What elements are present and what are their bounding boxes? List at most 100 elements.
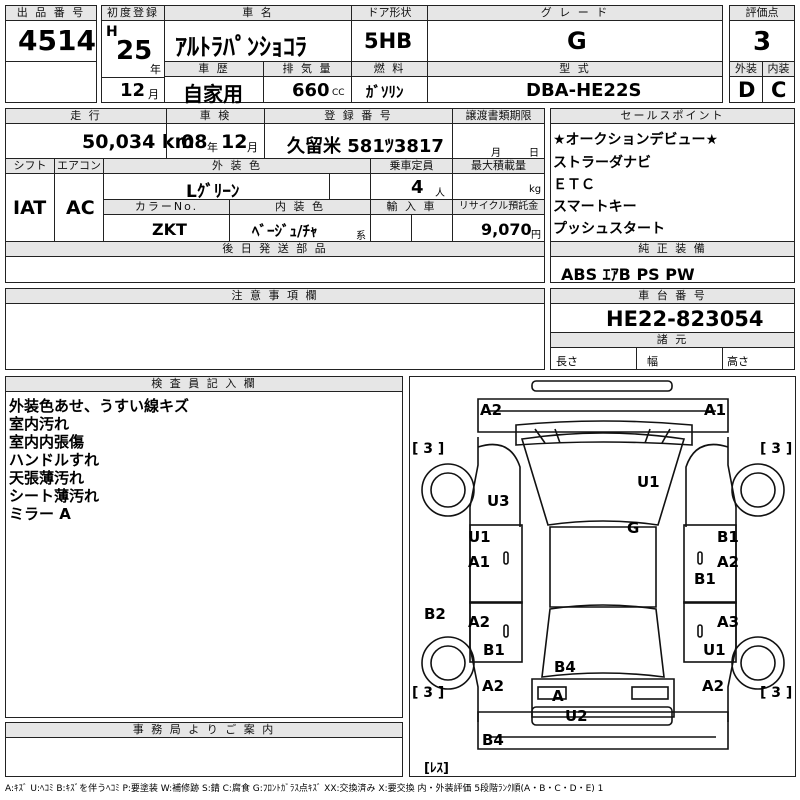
ext-color-extra-cell xyxy=(329,173,371,200)
registration-cell: 久留米 581ﾂ3817 xyxy=(264,123,453,159)
damage-mark: A2 xyxy=(468,613,491,631)
shift-cell: IAT xyxy=(5,173,55,242)
damage-mark: A xyxy=(552,687,564,705)
first-reg-year: 25 xyxy=(116,36,153,66)
spec-length-label: 長さ xyxy=(556,355,578,368)
genuine-equipment: ABS ｴｱB PS PW xyxy=(561,265,695,284)
sales-points-header: セールスポイント xyxy=(550,108,795,124)
office-header: 事 務 局 よ り ご 案 内 xyxy=(5,722,403,738)
car-name-cell: ｱﾙﾄﾗﾊﾟﾝｼｮｺﾗ xyxy=(164,20,352,62)
inspector-header: 検 査 員 記 入 欄 xyxy=(5,376,403,392)
int-color-header: 内 装 色 xyxy=(229,199,371,215)
transfer-header: 譲渡書類期限 xyxy=(452,108,545,124)
registration: 久留米 581ﾂ3817 xyxy=(287,136,444,157)
damage-mark: U2 xyxy=(565,707,588,725)
car-outline-diagram xyxy=(421,380,785,750)
capacity-unit: 人 xyxy=(435,188,445,199)
history-cell: 自家用 xyxy=(164,76,264,106)
lot-no-header: 出 品 番 号 xyxy=(5,5,97,21)
import-cell-a xyxy=(370,214,412,242)
fuel: ｶﾞｿﾘﾝ xyxy=(366,83,404,101)
capacity-cell: 4 人 xyxy=(370,173,453,200)
first-reg-month: 12 xyxy=(120,80,146,101)
spec-width-label: 幅 xyxy=(647,355,658,368)
inspection-month: 12 xyxy=(221,131,248,153)
interior-cell: C xyxy=(762,76,795,103)
ext-color-header: 外 装 色 xyxy=(103,158,371,174)
first-reg-header: 初度登録 xyxy=(101,5,165,21)
displacement-cell: 660 CC xyxy=(263,76,352,103)
office-cell xyxy=(5,737,403,777)
sales-point: ★オークションデビュー★ xyxy=(553,132,719,148)
res-mark: [ﾚｽ] xyxy=(424,761,449,776)
first-reg-year-cell: H 25 年 xyxy=(101,20,165,78)
tire-score: [ 3 ] xyxy=(760,685,793,701)
door-type: 5HB xyxy=(364,29,413,53)
model: DBA-HE22S xyxy=(526,80,642,101)
mileage-header: 走 行 xyxy=(5,108,167,124)
score-cell: 3 xyxy=(729,20,795,62)
grade: G xyxy=(567,27,587,55)
color-no: ZKT xyxy=(152,220,187,239)
ext-color-cell: Lｸﾞﾘｰﾝ xyxy=(103,173,330,202)
aircon-header: エアコン xyxy=(54,158,104,174)
int-color-suffix: 系 xyxy=(356,231,366,242)
registration-header: 登 録 番 号 xyxy=(264,108,453,124)
mileage-cell: 50,034 km xyxy=(5,123,194,159)
chassis-no: HE22-823054 xyxy=(606,307,764,331)
sales-point: スマートキー xyxy=(553,199,637,215)
exterior-cell: D xyxy=(729,76,763,103)
later-parts-cell xyxy=(5,256,545,283)
spec-height-cell: 高さ xyxy=(722,347,795,370)
color-no-cell: ZKT xyxy=(103,214,230,242)
fuel-cell: ｶﾞｿﾘﾝ xyxy=(351,76,428,103)
transfer-day-unit: 日 xyxy=(529,148,539,159)
history: 自家用 xyxy=(183,82,243,106)
inspector-note: ミラー A xyxy=(9,505,71,523)
damage-mark: G xyxy=(627,519,640,537)
model-cell: DBA-HE22S xyxy=(427,76,723,103)
recycle-cell: 9,070 円 xyxy=(452,214,545,242)
car-name: ｱﾙﾄﾗﾊﾟﾝｼｮｺﾗ xyxy=(175,33,307,61)
recycle-unit: 円 xyxy=(531,230,541,241)
month-unit: 月 xyxy=(148,88,159,101)
damage-mark: A1 xyxy=(704,401,727,419)
sales-point: ストラーダナビ xyxy=(553,155,651,171)
model-header: 型 式 xyxy=(427,61,723,77)
max-load-cell: kg xyxy=(452,173,545,200)
damage-mark: A2 xyxy=(480,401,503,419)
chassis-header: 車 台 番 号 xyxy=(550,288,795,304)
spec-height-label: 高さ xyxy=(727,355,749,368)
genuine-cell: ABS ｴｱB PS PW xyxy=(550,256,795,284)
grade-cell: G xyxy=(427,20,723,62)
inspection-year-unit: 年 xyxy=(207,141,218,154)
color-no-header: カラーNo. xyxy=(103,199,230,215)
int-color: ﾍﾞｰｼﾞｭ/ﾁｬ xyxy=(252,222,318,240)
door-header: ドア形状 xyxy=(351,5,428,21)
lot-no-blank-cell xyxy=(5,61,97,103)
transfer-month-unit: 月 xyxy=(491,148,501,159)
lot-no: 4514 xyxy=(18,24,96,57)
displacement-unit: CC xyxy=(332,88,345,98)
notes-header: 注 意 事 項 欄 xyxy=(5,288,545,304)
inspector-cell: 外装色あせ、うすい線キズ 室内汚れ 室内内張傷 ハンドルすれ 天張薄汚れ シート… xyxy=(5,391,403,718)
max-load-header: 最大積載量 xyxy=(452,158,545,174)
max-load-unit: kg xyxy=(529,184,542,195)
damage-mark: B2 xyxy=(424,605,446,623)
import-header: 輸 入 車 xyxy=(370,199,453,215)
first-reg-month-cell: 12 月 xyxy=(101,77,165,103)
car-name-header: 車 名 xyxy=(164,5,352,21)
inspection-header: 車 検 xyxy=(166,108,265,124)
damage-mark: A2 xyxy=(717,553,740,571)
damage-mark: A3 xyxy=(717,613,740,631)
displacement-header: 排 気 量 xyxy=(263,61,352,77)
damage-mark: U3 xyxy=(487,492,510,510)
fuel-header: 燃 料 xyxy=(351,61,428,77)
recycle-header: リサイクル預託金 xyxy=(452,199,545,215)
exterior-grade: D xyxy=(738,78,756,102)
tire-score: [ 3 ] xyxy=(760,441,793,457)
legend: A:ｷｽﾞ U:ﾍｺﾐ B:ｷｽﾞを伴うﾍｺﾐ P:要塗装 W:補修跡 S:錆 … xyxy=(5,784,604,794)
interior-grade: C xyxy=(771,78,787,102)
damage-mark: A2 xyxy=(702,677,725,695)
tire-score: [ 3 ] xyxy=(412,441,445,457)
